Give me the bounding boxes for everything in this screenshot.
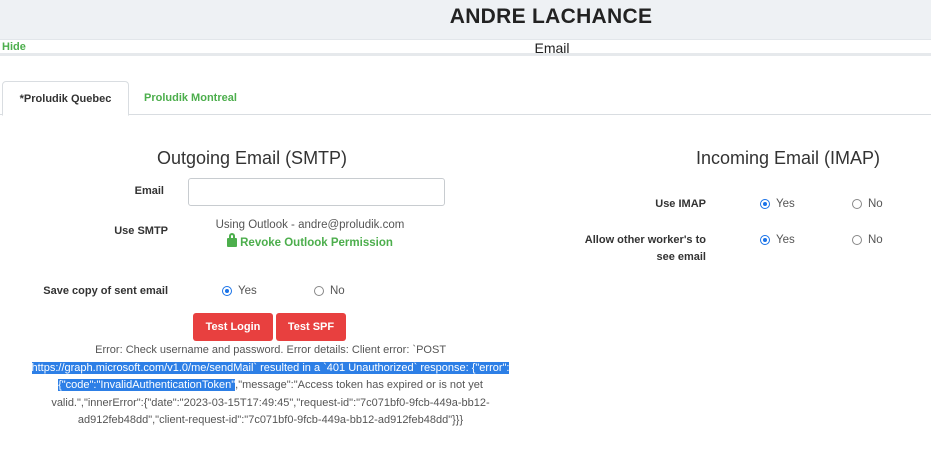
use-smtp-label: Use SMTP: [114, 225, 168, 237]
radio-label: Yes: [776, 234, 795, 246]
revoke-outlook-permission-link[interactable]: Revoke Outlook Permission: [160, 233, 460, 249]
test-spf-button[interactable]: Test SPF: [276, 313, 346, 341]
email-label: Email: [134, 185, 164, 197]
test-login-button[interactable]: Test Login: [193, 313, 273, 341]
radio-checked-icon: [222, 286, 232, 296]
email-field[interactable]: [188, 178, 445, 206]
allow-others-label-line-1: Allow other worker's to: [584, 234, 706, 246]
section-title: Email: [534, 40, 570, 56]
user-name-heading: ANDRE LACHANCE: [449, 5, 653, 28]
radio-unchecked-icon: [852, 235, 862, 245]
error-message: Error: Check username and password. Erro…: [12, 342, 529, 430]
use-imap-yes-radio[interactable]: Yes: [760, 198, 795, 210]
use-imap-label: Use IMAP: [655, 198, 706, 210]
tab-proludik-montreal[interactable]: Proludik Montreal: [144, 81, 237, 115]
radio-unchecked-icon: [314, 286, 324, 296]
radio-label: No: [868, 198, 883, 210]
allow-others-label-line-2: see email: [656, 251, 706, 263]
smtp-status-text: Using Outlook - andre@proludik.com: [215, 219, 405, 231]
section-bar: Hide Email: [0, 39, 931, 56]
location-tabs: *Proludik Quebec Proludik Montreal: [0, 81, 931, 116]
use-imap-no-radio[interactable]: No: [852, 198, 883, 210]
radio-label: Yes: [238, 285, 257, 297]
radio-label: Yes: [776, 198, 795, 210]
page-header: ANDRE LACHANCE: [0, 0, 931, 39]
incoming-email-title: Incoming Email (IMAP): [696, 148, 881, 168]
radio-checked-icon: [760, 235, 770, 245]
save-copy-no-radio[interactable]: No: [314, 285, 345, 297]
error-line-1: Error: Check username and password. Erro…: [95, 344, 446, 356]
radio-label: No: [868, 234, 883, 246]
lock-icon: [227, 233, 238, 247]
allow-others-no-radio[interactable]: No: [852, 234, 883, 246]
allow-others-yes-radio[interactable]: Yes: [760, 234, 795, 246]
save-copy-label: Save copy of sent email: [43, 285, 168, 297]
revoke-label: Revoke Outlook Permission: [240, 237, 393, 249]
radio-unchecked-icon: [852, 199, 862, 209]
save-copy-yes-radio[interactable]: Yes: [222, 285, 257, 297]
radio-checked-icon: [760, 199, 770, 209]
tab-proludik-quebec[interactable]: *Proludik Quebec: [2, 81, 129, 116]
radio-label: No: [330, 285, 345, 297]
outgoing-email-title: Outgoing Email (SMTP): [157, 148, 348, 168]
